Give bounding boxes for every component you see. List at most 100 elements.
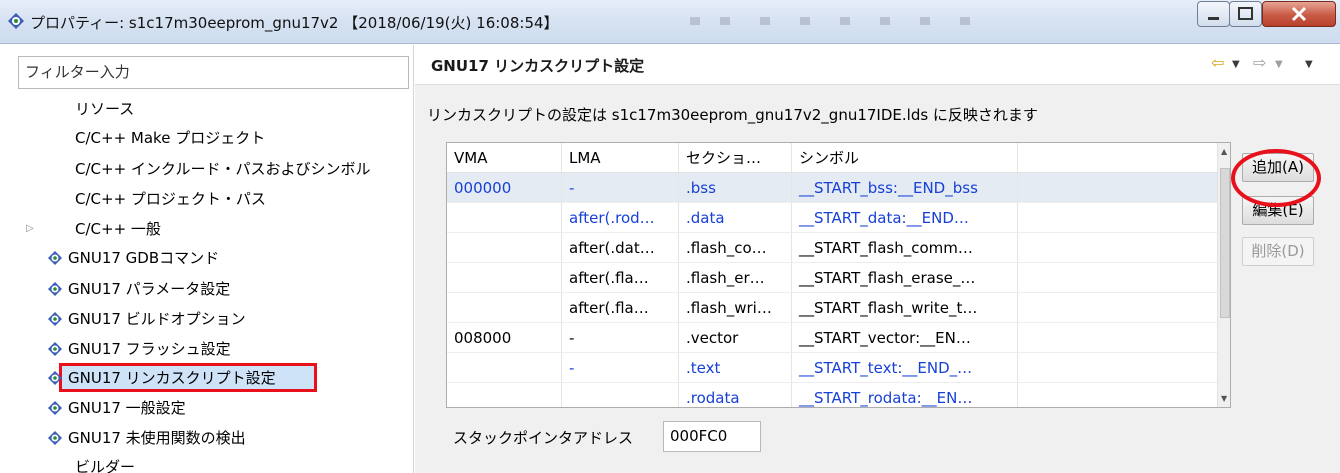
expand-arrow-icon[interactable]: ▷	[26, 216, 34, 242]
table-cell-section: .flash_co…	[679, 233, 792, 263]
delete-button[interactable]: 削除(D)	[1242, 237, 1314, 266]
tree-item-gnu17-build-options[interactable]: GNU17 ビルドオプション	[47, 306, 246, 332]
gnu-icon	[48, 312, 62, 326]
scrollbar-thumb[interactable]	[1220, 168, 1230, 318]
table-row[interactable]: after(.rod… .data __START_data:__END…	[447, 203, 1217, 233]
table-cell-section: .vector	[679, 323, 792, 353]
table-row[interactable]: 008000- .vector __START_vector:__EN…	[447, 323, 1217, 353]
table-cell-lma: after(.fla…	[562, 293, 679, 323]
table-cell-section: .flash_er…	[679, 263, 792, 293]
filter-input[interactable]: フィルター入力	[18, 56, 409, 89]
tree-item-label: リソース	[75, 100, 135, 118]
tree-item-label: GNU17 ビルドオプション	[68, 310, 246, 328]
window-title: プロパティー: s1c17m30eeprom_gnu17v2 【2018/06/…	[30, 14, 559, 32]
sections-table: VMA LMA セクショ… シンボル 000000- .bss __START_bs…	[446, 142, 1231, 408]
edit-button[interactable]: 編集(E)	[1242, 196, 1314, 225]
gnu-icon	[48, 431, 62, 445]
table-cell-lma: after(.fla…	[562, 263, 679, 293]
table-cell-lma: -	[562, 173, 679, 203]
page-title: GNU17 リンカスクリプト設定	[431, 57, 645, 75]
view-menu-icon[interactable]: ▼	[1305, 59, 1313, 70]
column-lma[interactable]: LMA	[562, 143, 679, 173]
forward-arrow-icon[interactable]: ⇨	[1253, 53, 1266, 72]
table-cell-lma	[562, 383, 679, 407]
tree-item-label: GNU17 未使用関数の検出	[68, 429, 246, 447]
maximize-icon	[1238, 7, 1253, 20]
table-cell-filler	[1018, 323, 1217, 353]
table-cell-vma	[447, 263, 562, 293]
table-cell-section: .flash_wri…	[679, 293, 792, 323]
tree-item-cpp-include-paths[interactable]: C/C++ インクルード・パスおよびシンボル	[75, 156, 370, 182]
table-row[interactable]: .rodata __START_rodata:__EN…	[447, 383, 1217, 407]
table-cell-symbol: __START_bss:__END_bss	[792, 173, 1018, 203]
minimize-button[interactable]	[1197, 1, 1230, 27]
tree-item-cpp-make-project[interactable]: C/C++ Make プロジェクト	[75, 125, 265, 151]
gnu-icon	[48, 282, 62, 296]
stack-pointer-label: スタックポインタアドレス	[453, 429, 634, 447]
column-section[interactable]: セクショ…	[679, 143, 792, 173]
table-row[interactable]: - .text __START_text:__END_…	[447, 353, 1217, 383]
table-cell-vma: 000000	[447, 173, 562, 203]
table-cell-symbol: __START_data:__END…	[792, 203, 1018, 233]
tree-item-gnu17-parameters[interactable]: GNU17 パラメータ設定	[47, 276, 230, 302]
forward-dropdown-icon[interactable]: ▼	[1275, 59, 1283, 70]
column-filler	[1018, 143, 1217, 173]
table-cell-vma: 008000	[447, 323, 562, 353]
maximize-button[interactable]	[1229, 1, 1262, 27]
column-vma[interactable]: VMA	[447, 143, 562, 173]
tree-item-gnu17-linker-script[interactable]: GNU17 リンカスクリプト設定	[47, 365, 276, 391]
description-text: リンカスクリプトの設定は s1c17m30eeprom_gnu17v2_gnu1…	[427, 106, 1038, 124]
table-cell-filler	[1018, 353, 1217, 383]
table-row[interactable]: after(.fla… .flash_wri… __START_flash_writ…	[447, 293, 1217, 323]
faded-toolbar-icons	[690, 17, 970, 25]
table-header: VMA LMA セクショ… シンボル	[447, 143, 1217, 173]
back-arrow-icon[interactable]: ⇦	[1211, 53, 1224, 72]
linker-script-settings-panel: GNU17 リンカスクリプト設定 ⇦ ▼ ⇨ ▼ ▼ リンカスクリプトの設定は …	[415, 45, 1340, 473]
table-cell-vma	[447, 383, 562, 407]
table-vertical-scrollbar[interactable]: ▲ ▼	[1217, 143, 1230, 407]
add-button[interactable]: 追加(A)	[1242, 153, 1314, 182]
column-symbol[interactable]: シンボル	[792, 143, 1018, 173]
gnu-app-icon	[8, 13, 24, 29]
table-cell-section: .rodata	[679, 383, 792, 407]
table-cell-symbol: __START_rodata:__EN…	[792, 383, 1018, 407]
tree-item-gnu17-gdb-commands[interactable]: GNU17 GDBコマンド	[47, 245, 219, 271]
scroll-down-icon[interactable]: ▼	[1221, 394, 1227, 403]
tree-item-label: C/C++ 一般	[75, 220, 161, 238]
tree-item-resource[interactable]: リソース	[75, 96, 134, 122]
tree-item-gnu17-flash-settings[interactable]: GNU17 フラッシュ設定	[47, 336, 231, 362]
table-cell-vma	[447, 353, 562, 383]
gnu-icon	[48, 401, 62, 415]
close-icon	[1291, 6, 1307, 22]
tree-item-label: GNU17 リンカスクリプト設定	[68, 369, 276, 387]
tree-item-label: GNU17 GDBコマンド	[68, 249, 220, 267]
minimize-icon	[1208, 17, 1219, 20]
table-cell-symbol: __START_flash_write_t…	[792, 293, 1018, 323]
table-cell-filler	[1018, 173, 1217, 203]
tree-item-label: C/C++ Make プロジェクト	[75, 129, 266, 147]
table-cell-section: .bss	[679, 173, 792, 203]
table-cell-lma: after(.dat…	[562, 233, 679, 263]
table-cell-section: .text	[679, 353, 792, 383]
close-button[interactable]	[1262, 1, 1336, 27]
tree-item-cpp-project-paths[interactable]: C/C++ プロジェクト・パス	[75, 186, 266, 212]
table-cell-symbol: __START_flash_comm…	[792, 233, 1018, 263]
table-cell-filler	[1018, 233, 1217, 263]
tree-item-cpp-general[interactable]: ▷ C/C++ 一般	[0, 216, 414, 242]
table-row[interactable]: after(.dat… .flash_co… __START_flash_comm…	[447, 233, 1217, 263]
tree-item-label: C/C++ プロジェクト・パス	[75, 190, 266, 208]
table-cell-symbol: __START_flash_erase_…	[792, 263, 1018, 293]
table-cell-section: .data	[679, 203, 792, 233]
page-header: GNU17 リンカスクリプト設定 ⇦ ▼ ⇨ ▼ ▼	[415, 45, 1340, 85]
tree-item-label: GNU17 フラッシュ設定	[68, 340, 231, 358]
tree-item-builder[interactable]: ビルダー	[75, 454, 135, 473]
tree-item-gnu17-unused-functions[interactable]: GNU17 未使用関数の検出	[47, 425, 246, 451]
stack-pointer-input[interactable]: 000FC0	[663, 421, 761, 452]
back-dropdown-icon[interactable]: ▼	[1232, 59, 1240, 70]
scroll-up-icon[interactable]: ▲	[1221, 147, 1227, 156]
tree-item-label: C/C++ インクルード・パスおよびシンボル	[75, 160, 371, 178]
tree-item-gnu17-general[interactable]: GNU17 一般設定	[47, 395, 186, 421]
table-row[interactable]: 000000- .bss __START_bss:__END_bss	[447, 173, 1217, 203]
table-row[interactable]: after(.fla… .flash_er… __START_flash_erase…	[447, 263, 1217, 293]
table-cell-lma: -	[562, 353, 679, 383]
